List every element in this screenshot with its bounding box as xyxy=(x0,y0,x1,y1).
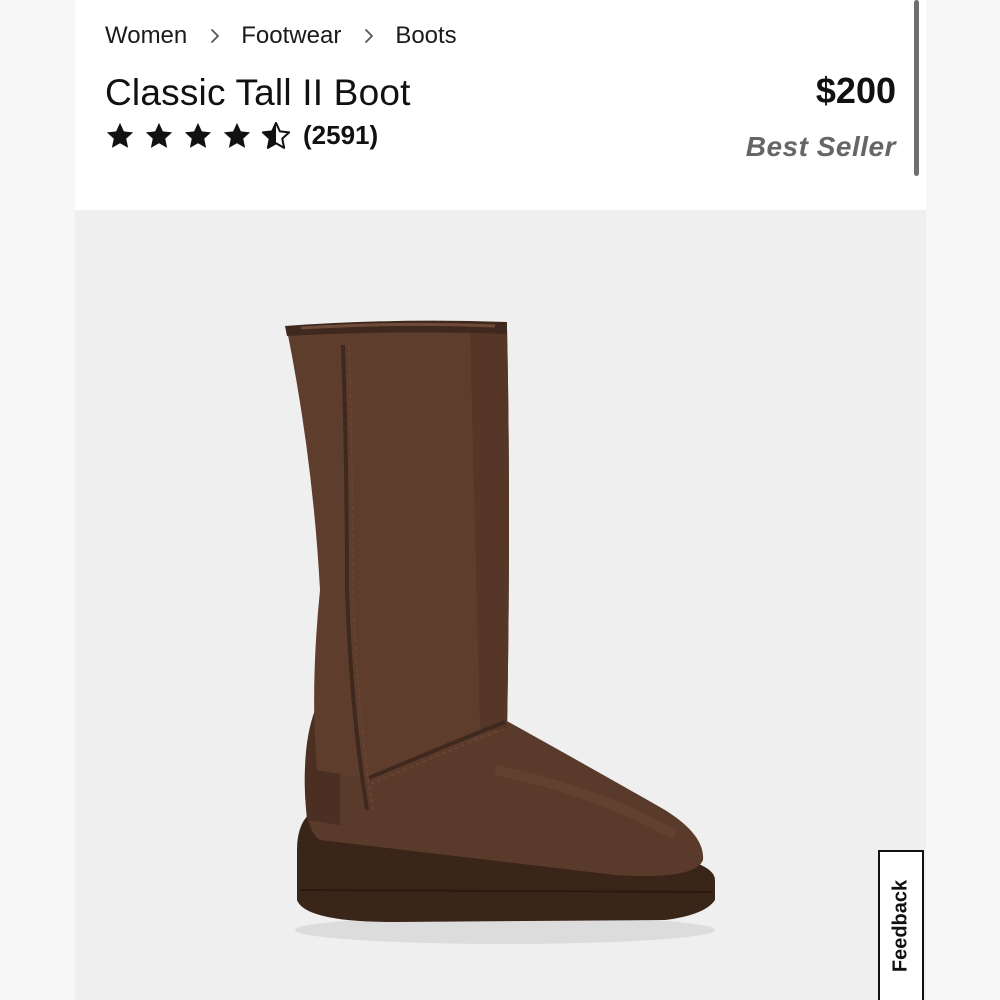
breadcrumb-item-women[interactable]: Women xyxy=(105,22,187,50)
scrollbar[interactable] xyxy=(914,0,919,176)
chevron-right-icon xyxy=(365,29,374,43)
product-card: Women Footwear Boots Classic Tall II Boo… xyxy=(75,0,926,1000)
chevron-right-icon xyxy=(211,29,220,43)
product-rating[interactable]: (2591) xyxy=(105,120,378,151)
review-count[interactable]: (2591) xyxy=(303,120,378,151)
product-image[interactable] xyxy=(75,210,926,1000)
product-page: Women Footwear Boots Classic Tall II Boo… xyxy=(0,0,1000,1000)
page-gutter-right xyxy=(926,0,1000,1000)
product-price: $200 xyxy=(815,70,896,111)
product-title: Classic Tall II Boot xyxy=(105,72,411,113)
star-filled-icon xyxy=(145,122,173,148)
best-seller-badge: Best Seller xyxy=(745,131,896,162)
star-filled-icon xyxy=(223,122,251,148)
product-header: Women Footwear Boots Classic Tall II Boo… xyxy=(75,0,926,210)
breadcrumb-item-boots[interactable]: Boots xyxy=(395,22,456,50)
breadcrumb-item-footwear[interactable]: Footwear xyxy=(241,22,341,50)
star-half-icon xyxy=(261,121,291,149)
breadcrumb: Women Footwear Boots xyxy=(105,22,457,50)
feedback-label: Feedback xyxy=(889,879,912,973)
feedback-button[interactable]: Feedback xyxy=(878,850,924,1000)
star-filled-icon xyxy=(106,122,134,148)
star-filled-icon xyxy=(184,122,212,148)
rating-stars xyxy=(105,121,300,151)
page-gutter-left xyxy=(0,0,75,1000)
boot-image xyxy=(285,320,715,944)
